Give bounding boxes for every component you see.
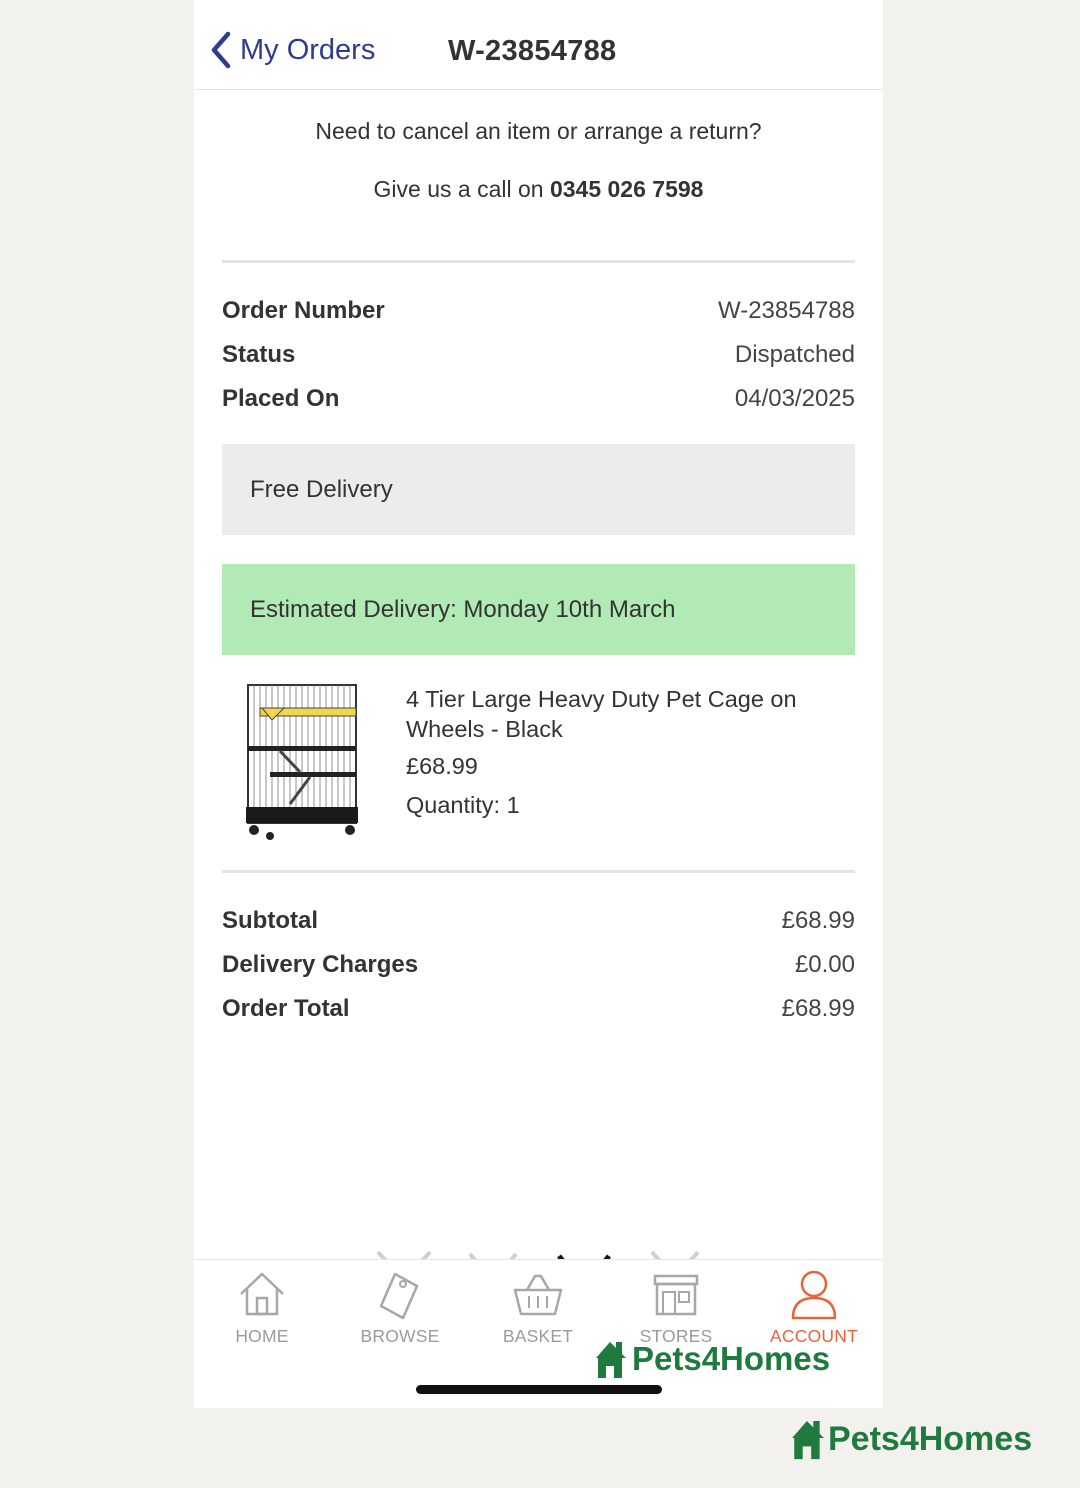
help-text: Need to cancel an item or arrange a retu… <box>315 118 762 144</box>
order-number-row: Order Number W-23854788 <box>222 297 855 325</box>
tab-browse[interactable]: BROWSE <box>345 1268 455 1347</box>
delivery-method-box: Free Delivery <box>222 444 855 535</box>
subtotal-value: £68.99 <box>781 907 855 934</box>
order-total-row: Order Total £68.99 <box>222 995 855 1023</box>
back-label: My Orders <box>240 33 376 66</box>
delivery-charges-label: Delivery Charges <box>222 951 419 978</box>
pets4homes-logo-icon <box>596 1342 626 1378</box>
product-quantity: Quantity: 1 <box>406 792 520 818</box>
divider <box>222 870 855 873</box>
tab-basket[interactable]: BASKET <box>483 1268 593 1347</box>
brand-watermark-text: Pets4Homes <box>632 1340 831 1377</box>
basket-icon <box>513 1274 563 1316</box>
order-total-value: £68.99 <box>781 995 855 1022</box>
help-call-line: Give us a call on 0345 026 7598 <box>194 176 883 203</box>
back-button[interactable]: My Orders <box>208 30 375 70</box>
store-icon <box>653 1274 699 1316</box>
status-value: Dispatched <box>734 341 855 368</box>
chevron-left-icon <box>211 31 231 69</box>
placed-on-value: 04/03/2025 <box>734 385 855 412</box>
tab-basket-label: BASKET <box>502 1326 574 1346</box>
tab-account[interactable]: ACCOUNT <box>759 1268 869 1347</box>
order-number-label: Order Number <box>222 297 385 324</box>
help-call-prefix: Give us a call on <box>373 176 550 202</box>
tag-icon <box>379 1272 419 1320</box>
order-detail-screen: My Orders W-23854788 Need to cancel an i… <box>194 0 883 1408</box>
product-name[interactable]: 4 Tier Large Heavy Duty Pet Cage on Whee… <box>406 684 826 744</box>
tab-home[interactable]: HOME <box>207 1268 317 1347</box>
page-title: W-23854788 <box>448 35 617 67</box>
nav-header: My Orders W-23854788 <box>194 0 883 90</box>
subtotal-row: Subtotal £68.99 <box>222 907 855 935</box>
product-price: £68.99 <box>406 753 478 779</box>
user-icon <box>791 1270 837 1320</box>
pets4homes-logo-icon <box>792 1421 824 1460</box>
phone-number-link[interactable]: 0345 026 7598 <box>550 176 704 202</box>
tab-stores[interactable]: STORES <box>621 1268 731 1347</box>
delivery-charges-value: £0.00 <box>794 951 855 978</box>
tab-browse-label: BROWSE <box>360 1326 440 1346</box>
brand-watermark-corner: Pets4Homes <box>790 1416 1032 1462</box>
subtotal-label: Subtotal <box>222 907 318 934</box>
brand-watermark: Pets4Homes <box>594 1338 830 1380</box>
order-total-label: Order Total <box>222 995 350 1022</box>
placed-on-row: Placed On 04/03/2025 <box>222 385 855 413</box>
brand-watermark-corner-text: Pets4Homes <box>828 1419 1033 1458</box>
status-label: Status <box>222 341 296 368</box>
product-image[interactable] <box>240 682 362 844</box>
delivery-charges-row: Delivery Charges £0.00 <box>222 951 855 979</box>
status-row: Status Dispatched <box>222 341 855 369</box>
order-number-value: W-23854788 <box>718 297 855 324</box>
tab-home-label: HOME <box>235 1326 289 1346</box>
house-icon <box>240 1272 284 1316</box>
placed-on-label: Placed On <box>222 385 340 412</box>
estimated-delivery-banner: Estimated Delivery: Monday 10th March <box>222 564 855 655</box>
home-indicator <box>416 1385 662 1394</box>
divider <box>222 260 855 263</box>
